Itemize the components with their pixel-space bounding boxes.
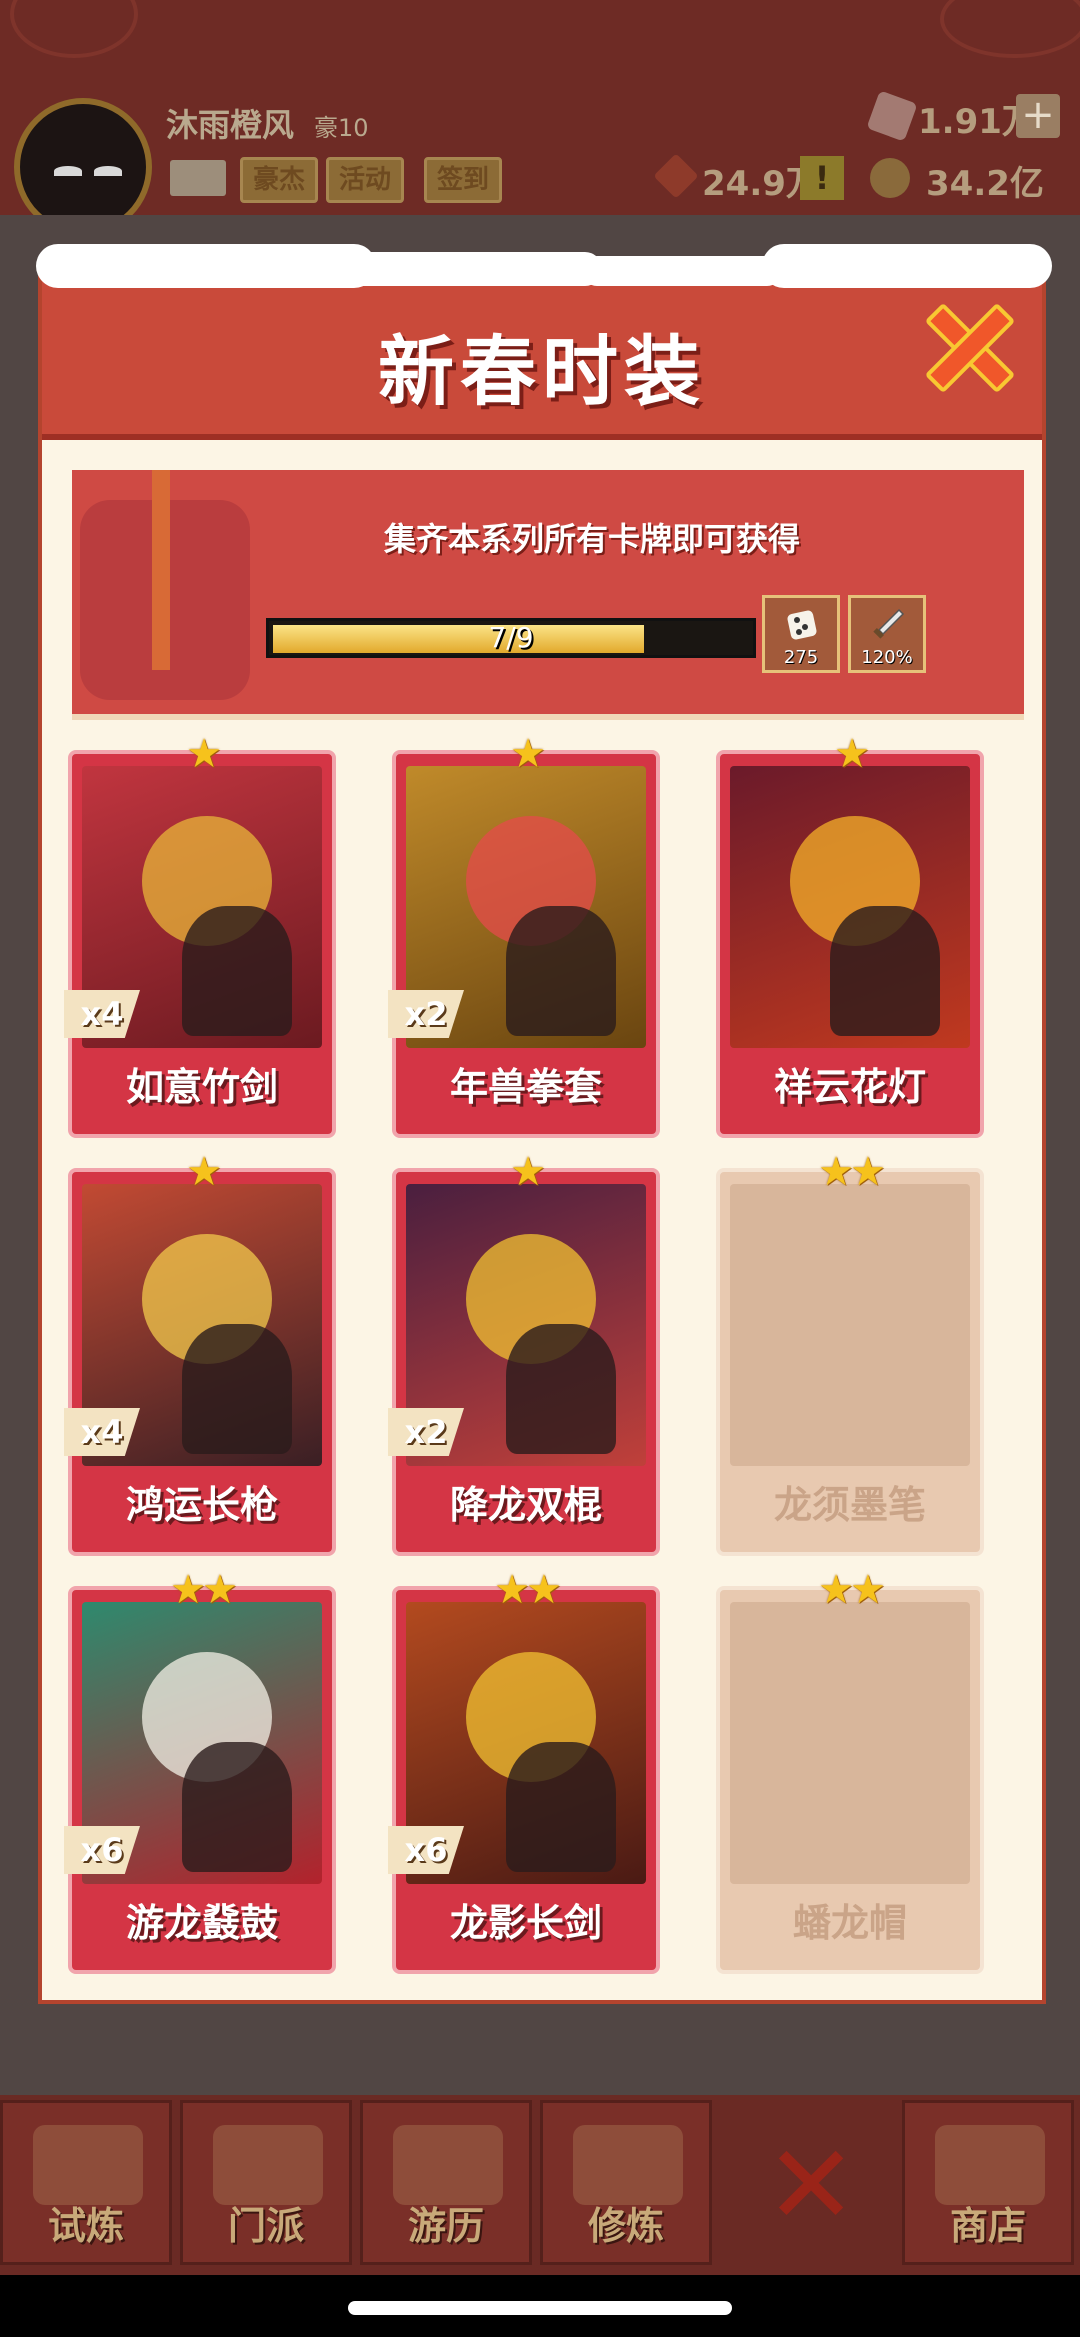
tab-sect[interactable]: 门派: [180, 2100, 352, 2265]
collection-banner: 集齐本系列所有卡牌即可获得 7/9 275 120%: [72, 470, 1024, 720]
card-artwork-locked: [730, 1184, 970, 1466]
tab-travel[interactable]: 游历: [360, 2100, 532, 2265]
sword-decoration: [152, 470, 170, 670]
coin-icon: [870, 158, 910, 198]
card-name: 祥云花灯: [773, 1065, 926, 1109]
reward-sword[interactable]: 120%: [848, 595, 926, 673]
artwork-shape: [182, 1742, 292, 1872]
snow-decoration: [342, 252, 602, 286]
card-name: 如意竹剑: [125, 1065, 278, 1109]
modal-header: 新春时装: [36, 244, 1052, 440]
reward-dice[interactable]: 275: [762, 595, 840, 673]
events-button[interactable]: 活动: [326, 157, 405, 203]
card-name: 鸿运长枪: [125, 1483, 278, 1527]
player-rank: 豪10: [314, 114, 369, 142]
artwork-shape: [182, 1324, 292, 1454]
heroes-button[interactable]: 豪杰: [240, 157, 319, 203]
costume-card[interactable]: x6 ★★ 游龙鼗鼓: [64, 1570, 336, 1974]
star-rating-icon: ★: [510, 1149, 546, 1195]
costume-card[interactable]: ★★ 龙须墨笔: [716, 1152, 984, 1556]
tab-cultivate[interactable]: 修炼: [540, 2100, 712, 2265]
banner-text: 集齐本系列所有卡牌即可获得: [383, 520, 800, 558]
player-name: 沐雨橙风: [166, 106, 295, 144]
card-name: 龙须墨笔: [773, 1483, 926, 1527]
snow-decoration: [582, 256, 782, 286]
add-gems-button[interactable]: +: [1016, 94, 1060, 138]
star-rating-icon: ★: [510, 731, 546, 777]
cultivate-icon: [573, 2125, 683, 2205]
collection-progress-bar: 7/9: [266, 618, 756, 658]
snow-decoration: [36, 244, 376, 288]
travel-icon: [393, 2125, 503, 2205]
artwork-shape: [506, 1742, 616, 1872]
close-icon[interactable]: ✕: [765, 2130, 857, 2240]
snow-decoration: [762, 244, 1052, 288]
star-rating-icon: ★: [834, 731, 870, 777]
tab-shop[interactable]: 商店: [902, 2100, 1074, 2265]
fashion-modal: 新春时装 集齐本系列所有卡牌即可获得 7/9 275 120% x4 ★ 如意竹…: [36, 244, 1052, 2004]
costume-card[interactable]: x4 ★ 鸿运长枪: [64, 1152, 336, 1556]
gold-amount: 34.2亿: [926, 164, 1044, 204]
modal-title: 新春时装: [378, 327, 706, 416]
reward-value: 275: [783, 647, 819, 668]
home-indicator[interactable]: [348, 2301, 732, 2315]
star-rating-icon: ★★: [818, 1149, 886, 1195]
artwork-shape: [506, 1324, 616, 1454]
costume-card[interactable]: x4 ★ 如意竹剑: [64, 734, 336, 1138]
reward-value: 120%: [861, 647, 913, 668]
artwork-shape: [506, 906, 616, 1036]
card-name: 年兽拳套: [449, 1065, 602, 1109]
alert-button[interactable]: !: [800, 156, 844, 200]
close-button[interactable]: [924, 302, 1016, 394]
tab-trial[interactable]: 试炼: [0, 2100, 172, 2265]
card-artwork: [730, 766, 970, 1048]
card-name: 游龙鼗鼓: [125, 1901, 278, 1945]
costume-card[interactable]: ★★ 蟠龙帽: [716, 1570, 984, 1974]
progress-text: 7/9: [488, 621, 534, 654]
star-rating-icon: ★: [186, 731, 222, 777]
costume-card[interactable]: ★ 祥云花灯: [716, 734, 984, 1138]
shop-icon: [935, 2125, 1045, 2205]
card-name: 龙影长剑: [449, 1901, 602, 1945]
costume-card[interactable]: x2 ★ 降龙双棍: [388, 1152, 660, 1556]
sect-icon: [213, 2125, 323, 2205]
mail-icon[interactable]: [170, 160, 226, 196]
artwork-shape: [830, 906, 940, 1036]
costume-card[interactable]: x6 ★★ 龙影长剑: [388, 1570, 660, 1974]
trial-icon: [33, 2125, 143, 2205]
artwork-shape: [182, 906, 292, 1036]
checkin-button[interactable]: 签到: [424, 157, 503, 203]
star-rating-icon: ★★: [818, 1567, 886, 1613]
home-indicator-bar: [0, 2275, 1080, 2337]
card-name: 降龙双棍: [449, 1483, 602, 1527]
dice-icon: [787, 610, 817, 640]
card-name: 蟠龙帽: [792, 1901, 907, 1945]
costume-card[interactable]: x2 ★ 年兽拳套: [388, 734, 660, 1138]
card-artwork-locked: [730, 1602, 970, 1884]
sword-icon: [873, 608, 905, 639]
star-rating-icon: ★★: [494, 1567, 562, 1613]
star-rating-icon: ★★: [170, 1567, 238, 1613]
star-rating-icon: ★: [186, 1149, 222, 1195]
